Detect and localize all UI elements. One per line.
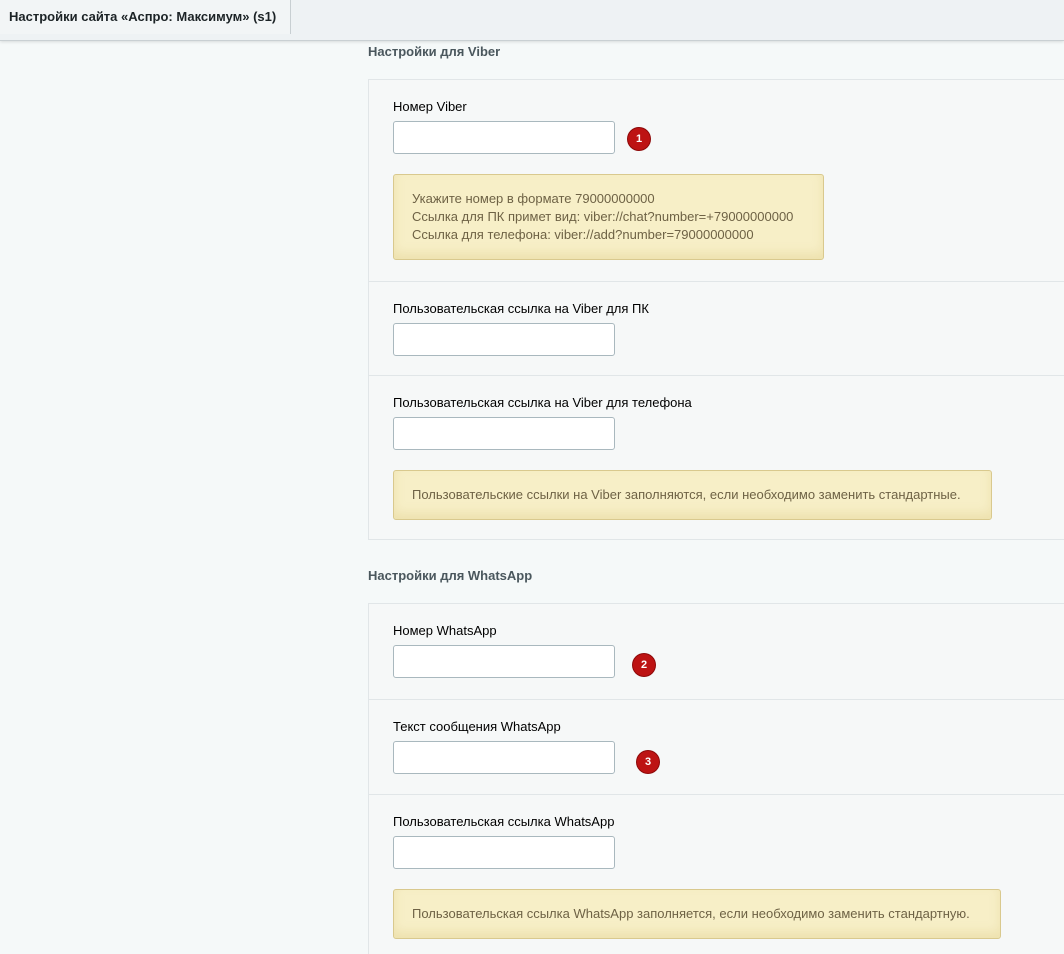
viber-number-hint: Укажите номер в формате 79000000000 Ссыл… — [393, 174, 824, 260]
whatsapp-message-label: Текст сообщения WhatsApp — [393, 719, 561, 734]
viber-number-badge: 1 — [628, 128, 650, 150]
viber-section-title: Настройки для Viber — [368, 44, 501, 59]
settings-tab[interactable]: Настройки сайта «Аспро: Максимум» (s1) — [0, 0, 291, 34]
viber-phone-link-row: Пользовательская ссылка на Viber для тел… — [369, 375, 1064, 541]
viber-number-input[interactable] — [393, 121, 615, 154]
whatsapp-custom-link-input[interactable] — [393, 836, 615, 869]
whatsapp-link-hint: Пользовательская ссылка WhatsApp заполня… — [393, 889, 1001, 939]
viber-pc-link-label: Пользовательская ссылка на Viber для ПК — [393, 301, 649, 316]
whatsapp-message-input[interactable] — [393, 741, 615, 774]
viber-pc-link-row: Пользовательская ссылка на Viber для ПК — [369, 281, 1064, 375]
whatsapp-number-badge: 2 — [633, 654, 655, 676]
whatsapp-message-badge: 3 — [637, 751, 659, 773]
whatsapp-section-title: Настройки для WhatsApp — [368, 568, 533, 583]
whatsapp-custom-link-row: Пользовательская ссылка WhatsApp Пользов… — [369, 794, 1064, 954]
whatsapp-settings-panel: Номер WhatsApp 2 Текст сообщения WhatsAp… — [368, 603, 1064, 954]
hint-line: Укажите номер в формате 79000000000 — [412, 191, 655, 206]
whatsapp-number-label: Номер WhatsApp — [393, 623, 497, 638]
viber-number-label: Номер Viber — [393, 99, 467, 114]
viber-number-row: Номер Viber 1 Укажите номер в формате 79… — [369, 80, 1064, 281]
viber-settings-panel: Номер Viber 1 Укажите номер в формате 79… — [368, 79, 1064, 540]
top-bar: Настройки сайта «Аспро: Максимум» (s1) — [0, 0, 1064, 41]
viber-pc-link-input[interactable] — [393, 323, 615, 356]
whatsapp-message-row: Текст сообщения WhatsApp 3 — [369, 699, 1064, 794]
viber-phone-link-label: Пользовательская ссылка на Viber для тел… — [393, 395, 692, 410]
viber-links-hint: Пользовательские ссылки на Viber заполня… — [393, 470, 992, 520]
hint-line: Ссылка для ПК примет вид: viber://chat?n… — [412, 209, 794, 224]
viber-phone-link-input[interactable] — [393, 417, 615, 450]
whatsapp-custom-link-label: Пользовательская ссылка WhatsApp — [393, 814, 615, 829]
whatsapp-number-row: Номер WhatsApp 2 — [369, 604, 1064, 699]
whatsapp-number-input[interactable] — [393, 645, 615, 678]
hint-line: Ссылка для телефона: viber://add?number=… — [412, 227, 754, 242]
